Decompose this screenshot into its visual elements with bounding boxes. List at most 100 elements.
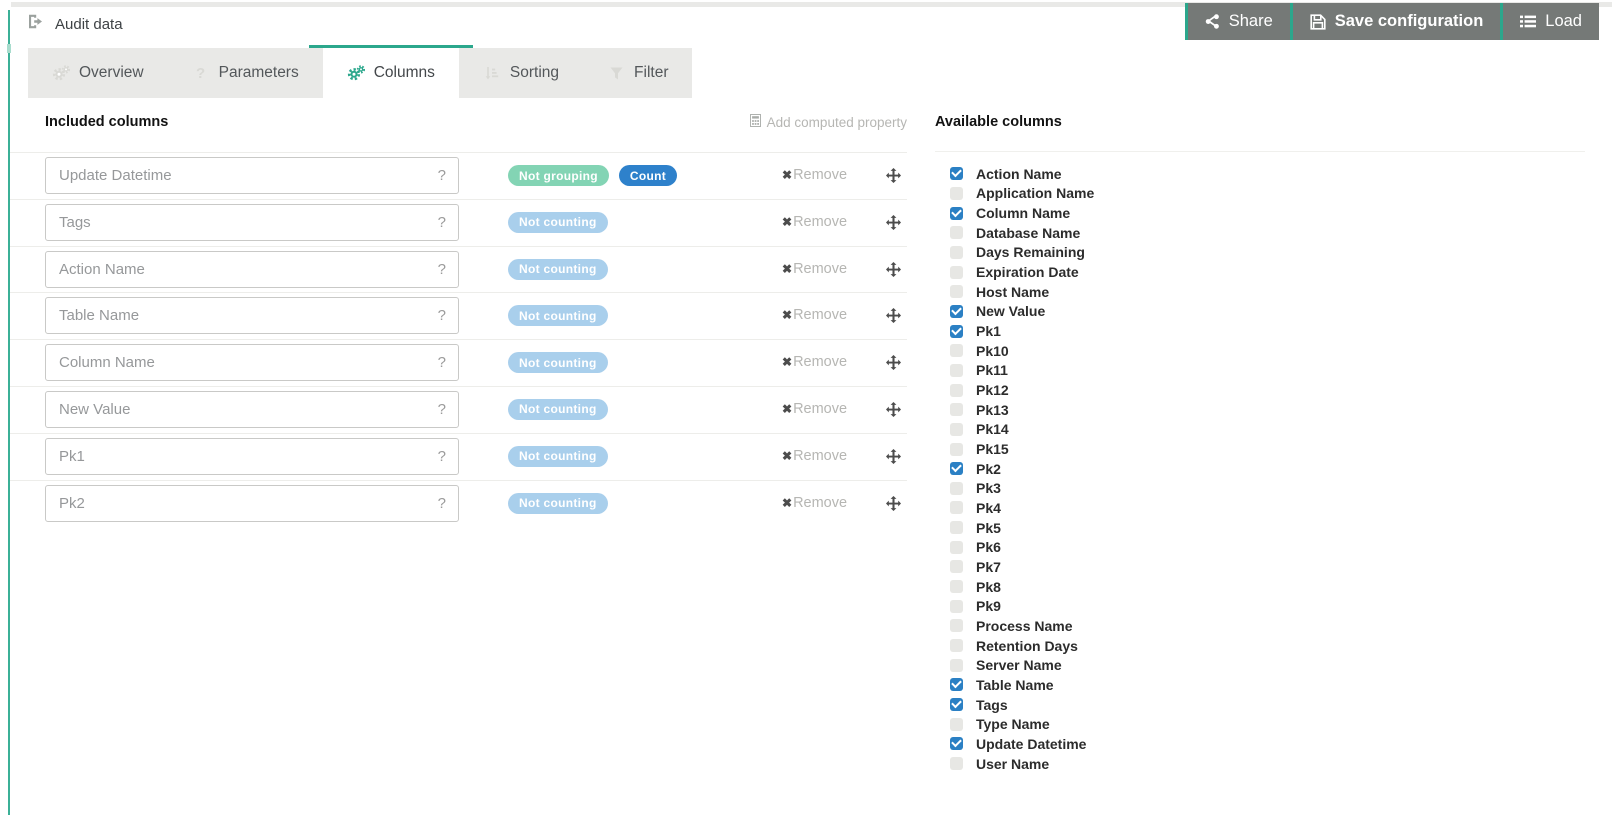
- column-name-input[interactable]: [46, 167, 438, 184]
- available-column-item[interactable]: Pk14: [935, 420, 1585, 440]
- tab-filter[interactable]: Filter: [583, 48, 692, 98]
- available-column-item[interactable]: Server Name: [935, 655, 1585, 675]
- available-column-item[interactable]: Application Name: [935, 184, 1585, 204]
- help-icon[interactable]: ?: [438, 167, 458, 184]
- move-handle-icon[interactable]: [886, 215, 901, 230]
- help-icon[interactable]: ?: [438, 401, 458, 418]
- move-handle-icon[interactable]: [886, 402, 901, 417]
- remove-button[interactable]: ✖Remove: [782, 261, 847, 277]
- column-name-field[interactable]: ?: [45, 438, 459, 475]
- available-column-item[interactable]: Type Name: [935, 714, 1585, 734]
- remove-button[interactable]: ✖Remove: [782, 354, 847, 370]
- column-name-field[interactable]: ?: [45, 297, 459, 334]
- help-icon[interactable]: ?: [438, 354, 458, 371]
- save-configuration-button[interactable]: Save configuration: [1290, 3, 1501, 40]
- checkbox-unchecked[interactable]: [950, 757, 963, 770]
- move-handle-icon[interactable]: [886, 496, 901, 511]
- checkbox-unchecked[interactable]: [950, 226, 963, 239]
- add-computed-property-button[interactable]: Add computed property: [750, 114, 907, 130]
- help-icon[interactable]: ?: [438, 448, 458, 465]
- load-button[interactable]: Load: [1500, 3, 1599, 40]
- remove-button[interactable]: ✖Remove: [782, 214, 847, 230]
- tab-parameters[interactable]: ?Parameters: [168, 48, 323, 98]
- tab-sorting[interactable]: Sorting: [459, 48, 583, 98]
- checkbox-unchecked[interactable]: [950, 403, 963, 416]
- checkbox-unchecked[interactable]: [950, 560, 963, 573]
- share-button[interactable]: Share: [1185, 3, 1290, 40]
- move-handle-icon[interactable]: [886, 449, 901, 464]
- checkbox-unchecked[interactable]: [950, 285, 963, 298]
- checkbox-unchecked[interactable]: [950, 619, 963, 632]
- column-name-input[interactable]: [46, 401, 438, 418]
- column-name-field[interactable]: ?: [45, 251, 459, 288]
- badge-counting[interactable]: Not counting: [508, 493, 608, 514]
- checkbox-unchecked[interactable]: [950, 501, 963, 514]
- available-column-item[interactable]: Pk3: [935, 479, 1585, 499]
- checkbox-unchecked[interactable]: [950, 364, 963, 377]
- available-column-item[interactable]: Table Name: [935, 675, 1585, 695]
- help-icon[interactable]: ?: [438, 307, 458, 324]
- checkbox-unchecked[interactable]: [950, 266, 963, 279]
- remove-button[interactable]: ✖Remove: [782, 401, 847, 417]
- available-column-item[interactable]: Days Remaining: [935, 243, 1585, 263]
- available-column-item[interactable]: Pk13: [935, 400, 1585, 420]
- checkbox-unchecked[interactable]: [950, 482, 963, 495]
- available-column-item[interactable]: Database Name: [935, 223, 1585, 243]
- badge-counting[interactable]: Not counting: [508, 446, 608, 467]
- available-column-item[interactable]: Pk7: [935, 557, 1585, 577]
- checkbox-checked[interactable]: [950, 305, 963, 318]
- panel-splitter-handle[interactable]: [7, 44, 11, 53]
- column-name-field[interactable]: ?: [45, 204, 459, 241]
- available-column-item[interactable]: Action Name: [935, 164, 1585, 184]
- available-column-item[interactable]: Expiration Date: [935, 262, 1585, 282]
- column-name-input[interactable]: [46, 448, 438, 465]
- checkbox-unchecked[interactable]: [950, 384, 963, 397]
- badge-counting[interactable]: Not counting: [508, 352, 608, 373]
- remove-button[interactable]: ✖Remove: [782, 167, 847, 183]
- remove-button[interactable]: ✖Remove: [782, 307, 847, 323]
- checkbox-unchecked[interactable]: [950, 639, 963, 652]
- available-column-item[interactable]: Pk1: [935, 321, 1585, 341]
- tab-overview[interactable]: Overview: [28, 48, 168, 98]
- available-column-item[interactable]: Retention Days: [935, 636, 1585, 656]
- checkbox-unchecked[interactable]: [950, 541, 963, 554]
- badge-count[interactable]: Count: [619, 165, 677, 186]
- remove-button[interactable]: ✖Remove: [782, 448, 847, 464]
- available-column-item[interactable]: Pk2: [935, 459, 1585, 479]
- available-column-item[interactable]: Tags: [935, 695, 1585, 715]
- help-icon[interactable]: ?: [438, 214, 458, 231]
- checkbox-checked[interactable]: [950, 737, 963, 750]
- column-name-input[interactable]: [46, 214, 438, 231]
- column-name-field[interactable]: ?: [45, 391, 459, 428]
- tab-columns[interactable]: Columns: [323, 48, 459, 98]
- checkbox-unchecked[interactable]: [950, 246, 963, 259]
- available-column-item[interactable]: Pk6: [935, 537, 1585, 557]
- available-column-item[interactable]: User Name: [935, 754, 1585, 774]
- checkbox-checked[interactable]: [950, 207, 963, 220]
- column-name-input[interactable]: [46, 495, 438, 512]
- column-name-input[interactable]: [46, 261, 438, 278]
- checkbox-unchecked[interactable]: [950, 600, 963, 613]
- checkbox-unchecked[interactable]: [950, 443, 963, 456]
- available-column-item[interactable]: Pk10: [935, 341, 1585, 361]
- help-icon[interactable]: ?: [438, 261, 458, 278]
- badge-grouping[interactable]: Not grouping: [508, 165, 609, 186]
- available-column-item[interactable]: Pk11: [935, 361, 1585, 381]
- remove-button[interactable]: ✖Remove: [782, 495, 847, 511]
- available-column-item[interactable]: New Value: [935, 302, 1585, 322]
- badge-counting[interactable]: Not counting: [508, 399, 608, 420]
- available-column-item[interactable]: Pk4: [935, 498, 1585, 518]
- column-name-field[interactable]: ?: [45, 344, 459, 381]
- move-handle-icon[interactable]: [886, 355, 901, 370]
- available-column-item[interactable]: Update Datetime: [935, 734, 1585, 754]
- available-column-item[interactable]: Pk12: [935, 380, 1585, 400]
- checkbox-checked[interactable]: [950, 462, 963, 475]
- checkbox-checked[interactable]: [950, 325, 963, 338]
- available-column-item[interactable]: Pk8: [935, 577, 1585, 597]
- checkbox-unchecked[interactable]: [950, 580, 963, 593]
- column-name-input[interactable]: [46, 354, 438, 371]
- column-name-field[interactable]: ?: [45, 157, 459, 194]
- checkbox-unchecked[interactable]: [950, 521, 963, 534]
- checkbox-checked[interactable]: [950, 167, 963, 180]
- available-column-item[interactable]: Column Name: [935, 203, 1585, 223]
